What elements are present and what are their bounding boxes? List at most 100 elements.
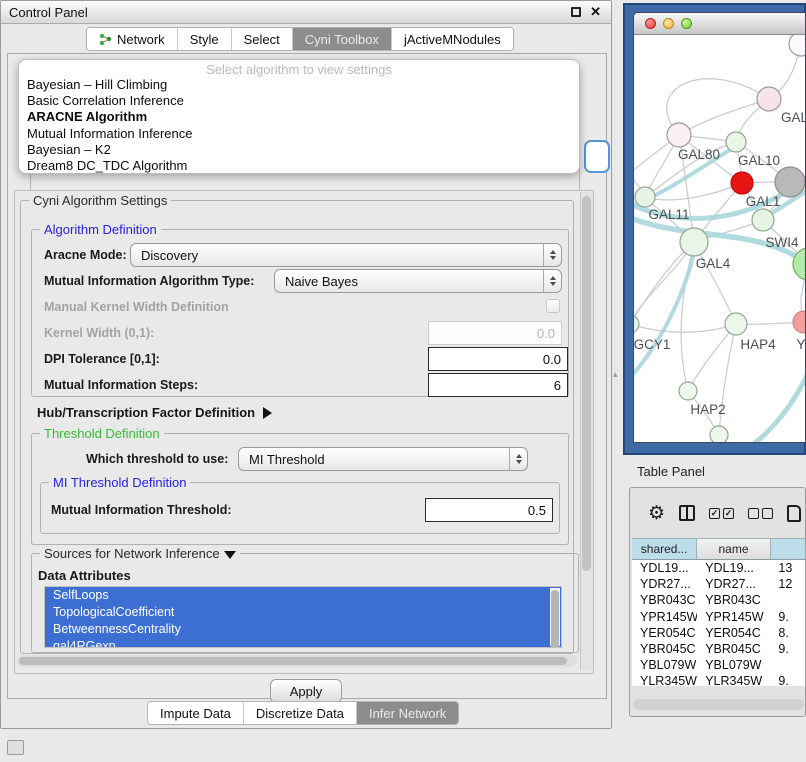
network-node-gal1[interactable]: [731, 172, 753, 194]
algo-option-mutual-information-inference[interactable]: Mutual Information Inference: [19, 126, 579, 142]
algo-option-bayesian-hill-climbing[interactable]: Bayesian – Hill Climbing: [19, 77, 579, 93]
hub-definition-toggle[interactable]: Hub/Transcription Factor Definition: [37, 405, 272, 420]
mi-steps-field-wrap: [428, 373, 568, 397]
unchecked-checkbox-icon: [762, 508, 773, 519]
network-canvas[interactable]: GALGAL80GAL10GAL1GAL11SWI4GAL4GCY1HAP4YH…: [634, 35, 805, 443]
network-edge: [634, 324, 736, 332]
network-node[interactable]: [710, 426, 728, 443]
column-header-shared-[interactable]: shared...: [632, 539, 697, 559]
algo-option-basic-correlation-inference[interactable]: Basic Correlation Inference: [19, 93, 579, 109]
table-cell: YLR345W: [697, 673, 770, 686]
select-all-columns-icon[interactable]: ✓✓: [709, 508, 734, 519]
panel-grip-icon[interactable]: [7, 740, 24, 755]
table-cell: YBR043C: [632, 592, 697, 608]
vertical-scrollbar-thumb[interactable]: [582, 196, 591, 571]
network-node-gal10[interactable]: [726, 132, 746, 152]
list-scrollbar-thumb[interactable]: [551, 590, 559, 648]
tab-discretize-data[interactable]: Discretize Data: [243, 702, 356, 724]
network-node[interactable]: [775, 167, 805, 197]
network-node-gal80[interactable]: [667, 123, 691, 147]
table-row[interactable]: YBR045CYBR045C9.: [632, 641, 806, 657]
network-window[interactable]: GALGAL80GAL10GAL1GAL11SWI4GAL4GCY1HAP4YH…: [633, 12, 806, 443]
kernel-width-field[interactable]: [428, 321, 562, 345]
dpi-tolerance-label: DPI Tolerance [0,1]:: [44, 352, 160, 366]
table-row[interactable]: YPR145WYPR145W9.: [632, 609, 806, 625]
network-window-titlebar[interactable]: [634, 13, 805, 35]
table-row[interactable]: YLR345WYLR345W9.: [632, 673, 806, 686]
table-row[interactable]: YDL19...YDL19...13: [632, 560, 806, 576]
manual-kernel-checkbox[interactable]: [546, 299, 560, 313]
network-node-gal[interactable]: [757, 87, 781, 111]
which-threshold-combo[interactable]: MI Threshold: [238, 447, 528, 471]
network-node-gal11[interactable]: [635, 187, 655, 207]
table-row[interactable]: YBR043CYBR043C: [632, 592, 806, 608]
table-header-row: shared...name: [632, 538, 806, 560]
network-node-swi4[interactable]: [752, 209, 774, 231]
network-node-gcy1[interactable]: [634, 315, 639, 333]
close-icon[interactable]: ✕: [590, 4, 601, 20]
horizontal-scrollbar[interactable]: [17, 655, 577, 667]
collapsed-arrow-icon: [263, 407, 272, 419]
network-node-gal4[interactable]: [680, 228, 708, 256]
table-cell: [770, 592, 806, 608]
mi-steps-field[interactable]: [428, 373, 568, 397]
tab-style[interactable]: Style: [177, 28, 231, 50]
mi-threshold-group: MI Threshold Definition Mutual Informati…: [40, 482, 560, 534]
table-horizontal-scrollbar[interactable]: [633, 699, 804, 710]
column-header-2[interactable]: [771, 539, 806, 559]
tab-jactivemnodules[interactable]: jActiveMNodules: [391, 28, 513, 50]
network-node-y[interactable]: [793, 311, 805, 333]
mi-type-combo[interactable]: Naive Bayes: [274, 269, 562, 293]
tab-impute-data[interactable]: Impute Data: [148, 702, 243, 724]
mi-threshold-field[interactable]: [425, 498, 553, 522]
data-attributes-list[interactable]: SelfLoopsTopologicalCoefficientBetweenne…: [44, 586, 562, 648]
table-panel-title: Table Panel: [637, 464, 705, 479]
dpi-tolerance-field[interactable]: [428, 347, 568, 371]
column-split-icon[interactable]: [679, 505, 695, 521]
algo-option-bayesian-k2[interactable]: Bayesian – K2: [19, 142, 579, 158]
threshold-definition-title: Threshold Definition: [40, 426, 164, 441]
network-node-label: GAL1: [746, 194, 781, 209]
zoom-traffic-light[interactable]: [681, 18, 692, 29]
deselect-all-columns-icon[interactable]: [748, 508, 773, 519]
table-row[interactable]: YER054CYER054C8.: [632, 625, 806, 641]
mi-threshold-title: MI Threshold Definition: [49, 475, 190, 490]
vertical-scrollbar[interactable]: [580, 192, 593, 670]
tab-cyni-toolbox[interactable]: Cyni Toolbox: [292, 28, 391, 50]
table-row[interactable]: YDR27...YDR27...12: [632, 576, 806, 592]
network-node-hap2[interactable]: [679, 382, 697, 400]
focused-combo-fragment[interactable]: [584, 140, 610, 173]
tab-network[interactable]: Network: [87, 28, 177, 50]
splitter-caret-icon[interactable]: ▴: [613, 369, 618, 380]
aracne-mode-combo[interactable]: Discovery: [130, 243, 562, 267]
column-header-name[interactable]: name: [697, 539, 770, 559]
network-node-hap4[interactable]: [725, 313, 747, 335]
mi-steps-label: Mutual Information Steps:: [44, 378, 198, 392]
data-attribute-item[interactable]: TopologicalCoefficient: [45, 604, 561, 621]
tab-label: Select: [244, 32, 280, 47]
horizontal-scrollbar-thumb[interactable]: [19, 657, 567, 665]
network-node-label: HAP4: [740, 337, 776, 352]
tab-select[interactable]: Select: [231, 28, 292, 50]
data-attribute-item[interactable]: BetweennessCentrality: [45, 621, 561, 638]
apply-button[interactable]: Apply: [270, 679, 342, 703]
sources-group: Sources for Network Inference Data Attri…: [31, 553, 579, 653]
table-cell: YBR043C: [697, 592, 770, 608]
algo-option-aracne-algorithm[interactable]: ARACNE Algorithm: [19, 109, 579, 125]
list-scrollbar[interactable]: [550, 588, 560, 646]
algo-option-dream8-dc-tdc-algorithm[interactable]: Dream8 DC_TDC Algorithm: [19, 158, 579, 174]
table-row[interactable]: YBL079WYBL079W: [632, 657, 806, 673]
close-traffic-light[interactable]: [645, 18, 656, 29]
export-table-icon[interactable]: [787, 505, 801, 522]
data-attribute-item[interactable]: SelfLoops: [45, 587, 561, 604]
float-window-icon[interactable]: [571, 7, 581, 17]
dpi-field-wrap: [428, 347, 568, 371]
network-node-label: Y: [796, 337, 805, 352]
tab-infer-network[interactable]: Infer Network: [356, 702, 458, 724]
network-node[interactable]: [789, 35, 805, 56]
table-cell: YDR27...: [632, 576, 697, 592]
minimize-traffic-light[interactable]: [663, 18, 674, 29]
control-panel-content: gal-filtered sif default node Cyni Algor…: [7, 53, 607, 699]
gear-icon[interactable]: ⚙: [648, 504, 665, 523]
data-attribute-item[interactable]: gal4RGexp: [45, 638, 561, 648]
